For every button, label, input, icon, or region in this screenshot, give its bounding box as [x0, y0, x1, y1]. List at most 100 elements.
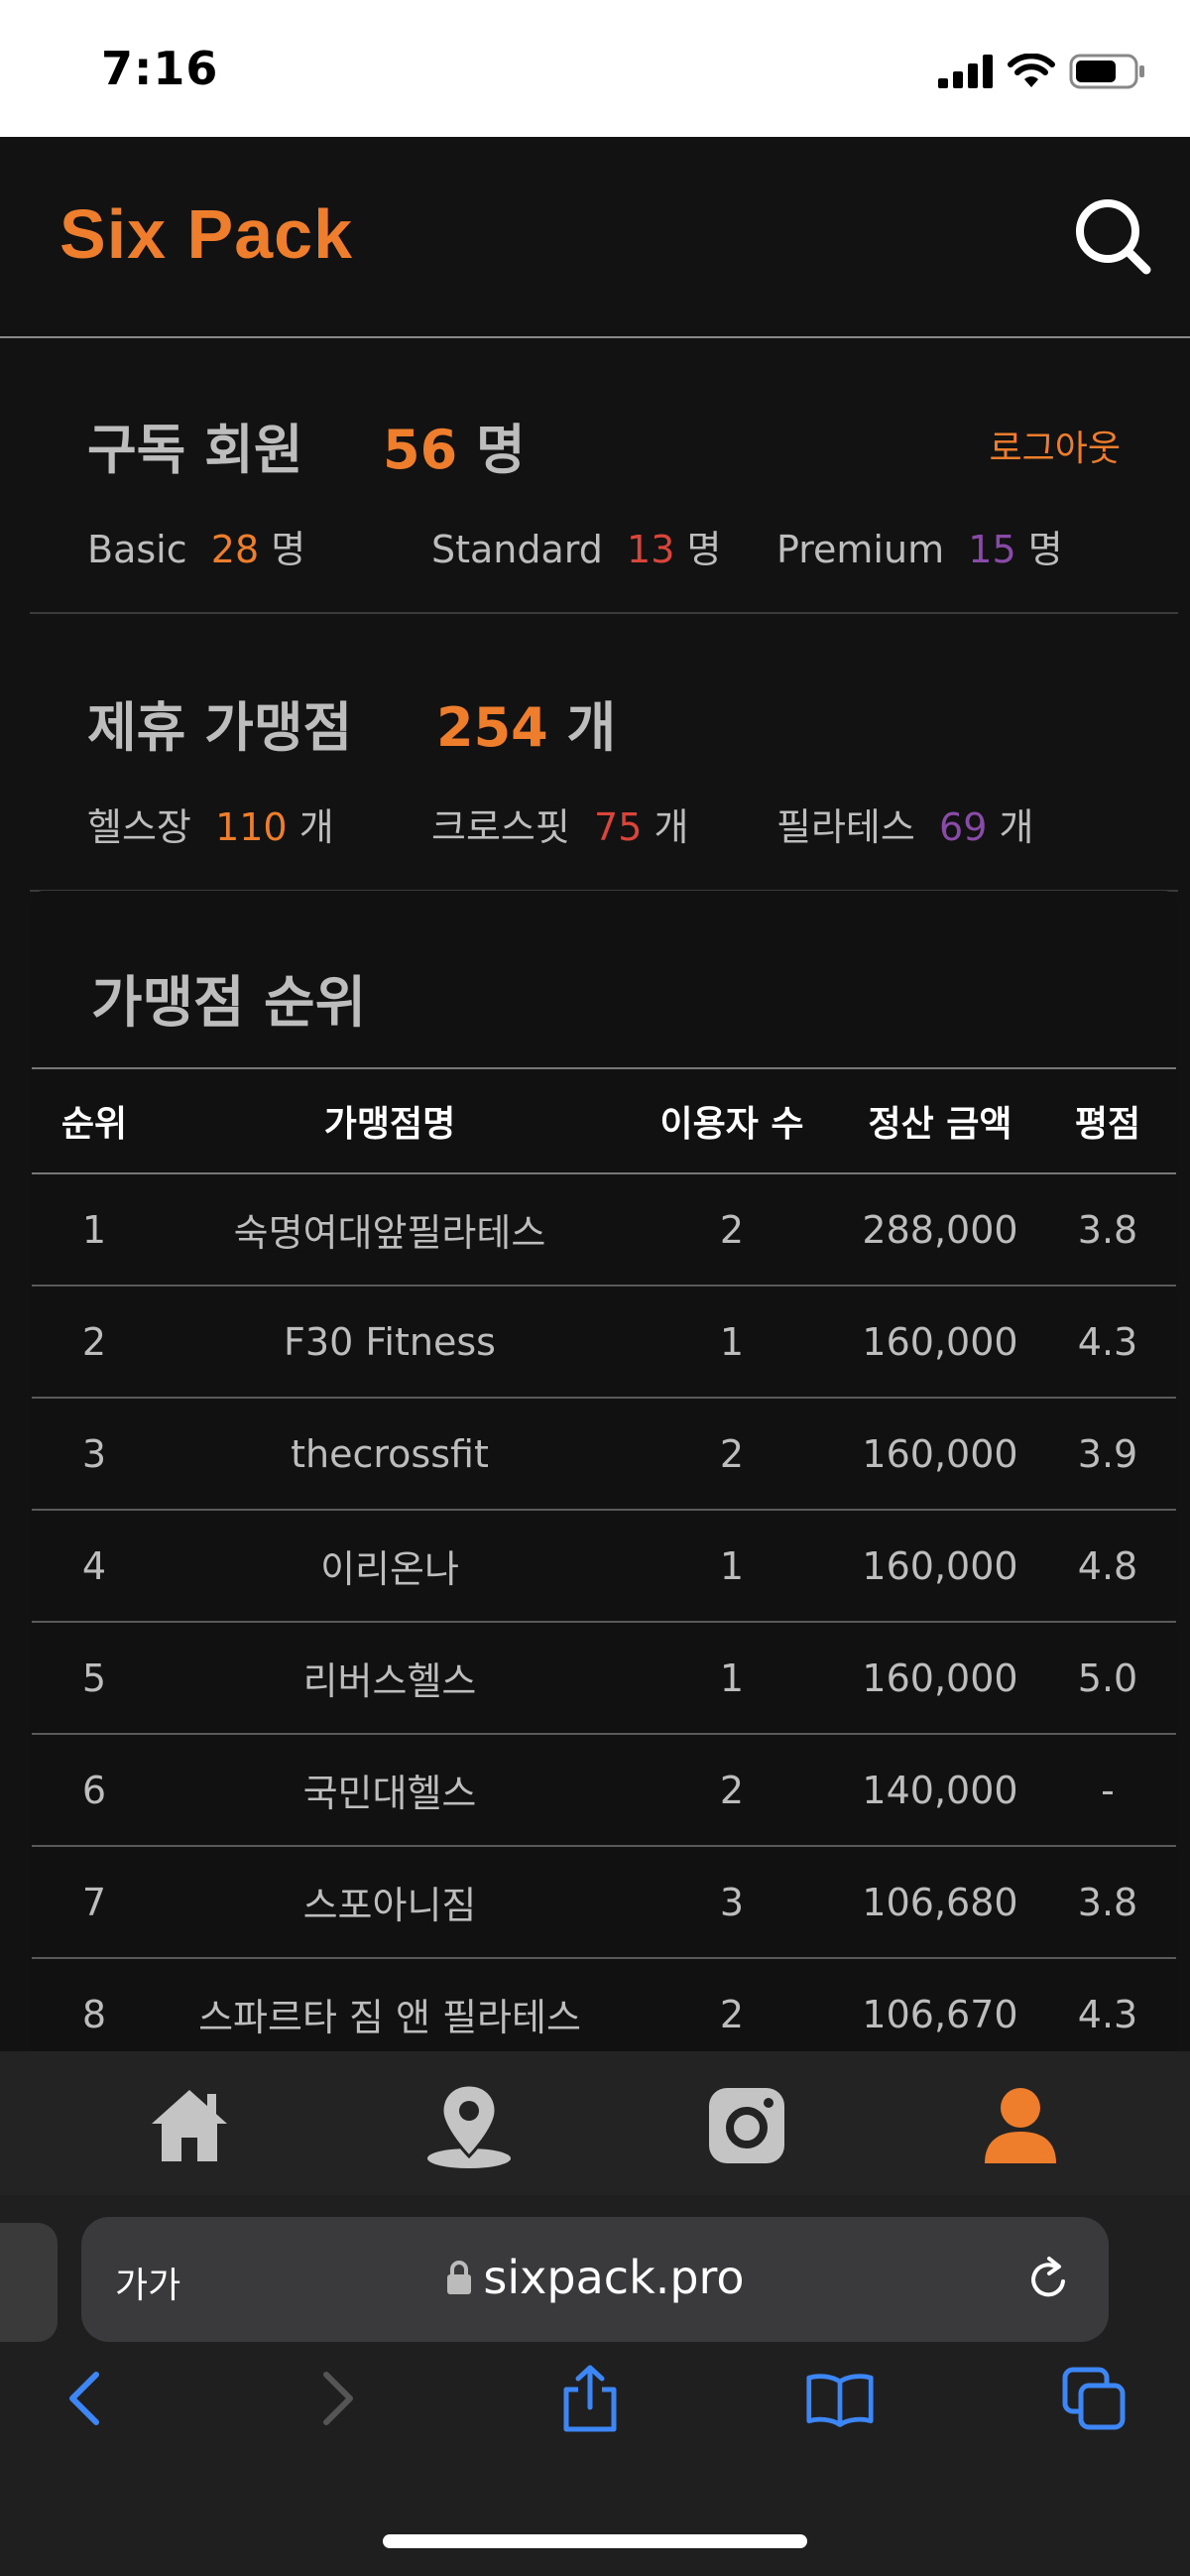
tabs-icon	[1062, 2367, 1126, 2430]
column-header-rank: 순위	[60, 1104, 128, 1145]
previous-tab-peek[interactable]	[0, 2223, 58, 2342]
rank-cell: 5	[81, 1656, 107, 1700]
subscriber-stats: 구독 회원 56 명 로그아웃 Basic 28 명 Standard 13 명…	[30, 338, 1178, 614]
logout-button[interactable]: 로그아웃	[990, 420, 1121, 471]
bookmarks-button[interactable]	[805, 2364, 875, 2433]
name-cell: 국민대헬스	[302, 1772, 477, 1815]
rank-cell: 6	[81, 1768, 107, 1812]
rating-cell: 4.8	[1077, 1543, 1138, 1588]
users-cell: 2	[719, 1992, 745, 2036]
tab-home[interactable]	[145, 2081, 234, 2170]
ranking-table: 순위 가맹점명 이용자 수 정산 금액 평점 1 숙명여대앞필라테스 2 288…	[32, 1067, 1176, 2051]
column-header-amount: 정산 금액	[868, 1104, 1012, 1145]
rank-cell: 4	[81, 1543, 107, 1588]
tab-mypage[interactable]	[976, 2081, 1065, 2170]
users-cell: 2	[719, 1431, 745, 1476]
status-bar: 7:16	[0, 0, 1190, 137]
column-header-users: 이용자 수	[659, 1104, 804, 1145]
subscriber-title: 구독 회원	[87, 419, 303, 481]
rating-cell: 4.3	[1077, 1992, 1138, 2036]
category-gym: 헬스장 110 개	[87, 805, 334, 849]
table-row[interactable]: 5 리버스헬스 1 160,000 5.0	[32, 1622, 1176, 1734]
amount-cell: 160,000	[862, 1319, 1018, 1364]
amount-cell: 106,680	[862, 1880, 1018, 1924]
wifi-icon	[1008, 54, 1055, 87]
rating-cell: -	[1101, 1768, 1115, 1812]
rating-cell: 3.8	[1077, 1207, 1138, 1252]
amount-cell: 160,000	[862, 1656, 1018, 1700]
rating-cell: 5.0	[1077, 1656, 1138, 1700]
tab-instagram[interactable]	[702, 2081, 791, 2170]
name-cell: thecrossfit	[291, 1431, 489, 1476]
lock-icon	[447, 2261, 472, 2294]
table-row[interactable]: 7 스포아니짐 3 106,680 3.8	[32, 1846, 1176, 1958]
book-icon	[806, 2374, 874, 2427]
amount-cell: 160,000	[862, 1431, 1018, 1476]
users-cell: 3	[719, 1880, 745, 1924]
brand-logo[interactable]: Six Pack	[60, 194, 353, 274]
plan-basic: Basic 28 명	[87, 528, 306, 571]
bottom-tab-bar	[0, 2051, 1190, 2195]
table-row[interactable]: 3 thecrossfit 2 160,000 3.9	[32, 1398, 1176, 1510]
rating-cell: 3.9	[1077, 1431, 1138, 1476]
partner-stats: 제휴 가맹점 254 개 헬스장 110 개 크로스핏 75 개 필라테스 69…	[30, 616, 1178, 892]
reload-icon[interactable]	[1023, 2255, 1073, 2304]
instagram-icon	[709, 2088, 784, 2163]
amount-cell: 160,000	[862, 1543, 1018, 1588]
table-row[interactable]: 6 국민대헬스 2 140,000 -	[32, 1734, 1176, 1846]
rank-cell: 7	[81, 1880, 107, 1924]
home-icon	[152, 2090, 227, 2161]
cellular-signal-icon	[938, 55, 993, 88]
address-bar[interactable]: 가가 sixpack.pro	[81, 2217, 1109, 2342]
users-cell: 2	[719, 1207, 745, 1252]
name-cell: 리버스헬스	[302, 1659, 477, 1703]
partner-total: 254 개	[436, 696, 617, 759]
table-header-row: 순위 가맹점명 이용자 수 정산 금액 평점	[32, 1068, 1176, 1173]
tab-map[interactable]	[424, 2081, 514, 2170]
url-display: sixpack.pro	[81, 2251, 1109, 2304]
rank-cell: 1	[81, 1207, 107, 1252]
users-cell: 1	[719, 1319, 745, 1364]
plan-standard: Standard 13 명	[431, 528, 722, 571]
status-time: 7:16	[101, 42, 219, 95]
name-cell: 스파르타 짐 앤 필라테스	[198, 1996, 581, 2039]
table-row[interactable]: 4 이리온나 1 160,000 4.8	[32, 1510, 1176, 1622]
partner-title: 제휴 가맹점	[87, 696, 353, 759]
rating-cell: 3.8	[1077, 1880, 1138, 1924]
category-crossfit: 크로스핏 75 개	[431, 805, 689, 849]
amount-cell: 288,000	[862, 1207, 1018, 1252]
chevron-right-icon	[323, 2372, 353, 2425]
rating-cell: 4.3	[1077, 1319, 1138, 1364]
app-header: Six Pack	[0, 137, 1190, 338]
share-button[interactable]	[555, 2364, 625, 2433]
name-cell: F30 Fitness	[284, 1319, 496, 1364]
column-header-name: 가맹점명	[323, 1104, 456, 1145]
share-icon	[563, 2365, 617, 2432]
ranking-title: 가맹점 순위	[91, 971, 367, 1036]
users-cell: 1	[719, 1543, 745, 1588]
search-icon[interactable]	[1073, 196, 1152, 276]
subscriber-total: 56 명	[383, 419, 526, 481]
forward-button[interactable]	[303, 2364, 373, 2433]
table-row[interactable]: 1 숙명여대앞필라테스 2 288,000 3.8	[32, 1173, 1176, 1286]
battery-icon	[1069, 54, 1144, 89]
name-cell: 스포아니짐	[302, 1884, 477, 1927]
users-cell: 1	[719, 1656, 745, 1700]
table-row[interactable]: 2 F30 Fitness 1 160,000 4.3	[32, 1286, 1176, 1398]
tabs-button[interactable]	[1059, 2364, 1129, 2433]
chevron-left-icon	[69, 2372, 99, 2425]
browser-toolbar: 가가 sixpack.pro	[0, 2195, 1190, 2576]
url-text: sixpack.pro	[483, 2251, 745, 2304]
rank-cell: 3	[81, 1431, 107, 1476]
column-header-rating: 평점	[1074, 1104, 1141, 1145]
home-indicator	[383, 2534, 807, 2548]
rank-cell: 2	[81, 1319, 107, 1364]
back-button[interactable]	[50, 2364, 119, 2433]
plan-premium: Premium 15 명	[776, 528, 1063, 571]
rank-cell: 8	[81, 1992, 107, 2036]
amount-cell: 140,000	[862, 1768, 1018, 1812]
user-icon	[985, 2088, 1056, 2163]
amount-cell: 106,670	[862, 1992, 1018, 2036]
table-row[interactable]: 8 스파르타 짐 앤 필라테스 2 106,670 4.3	[32, 1958, 1176, 2051]
users-cell: 2	[719, 1768, 745, 1812]
